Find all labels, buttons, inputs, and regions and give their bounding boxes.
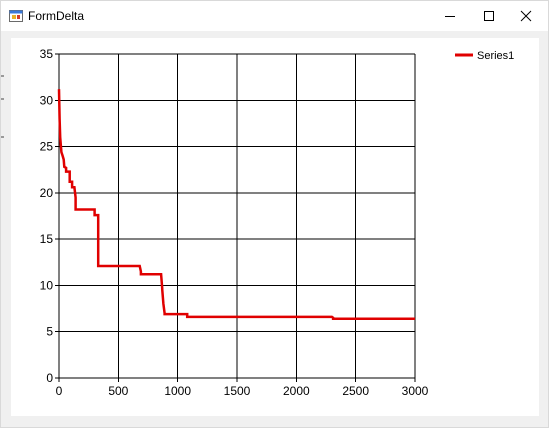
x-tick-label: 1500 (224, 384, 251, 398)
minimize-icon (445, 16, 455, 17)
background-window-edge (1, 61, 4, 161)
y-tick-label: 10 (40, 278, 54, 292)
y-tick-label: 0 (46, 371, 53, 385)
app-window: FormDelta 0 500 1000 1500 2000 2500 3000 0 5 10 15… (0, 0, 549, 428)
y-tick-label: 30 (40, 93, 54, 107)
y-tick-label: 35 (40, 47, 54, 61)
x-tick-label: 2500 (342, 384, 369, 398)
y-tick-label: 20 (40, 186, 54, 200)
winforms-app-icon (9, 10, 23, 22)
title-bar[interactable]: FormDelta (1, 1, 548, 31)
x-tick-label: 500 (108, 384, 128, 398)
window-title: FormDelta (28, 9, 85, 23)
x-tick-label: 1000 (164, 384, 191, 398)
close-button[interactable] (508, 1, 544, 31)
x-tick-label: 2000 (283, 384, 310, 398)
chart-control[interactable]: 0 500 1000 1500 2000 2500 3000 0 5 10 15 20 25 30 35 Se… (11, 38, 539, 416)
y-tick-label: 5 (46, 325, 53, 339)
y-tick-label: 25 (40, 140, 54, 154)
line-chart: 0 500 1000 1500 2000 2500 3000 0 5 10 15 20 25 30 35 Se… (40, 47, 515, 398)
maximize-button[interactable] (471, 1, 507, 31)
maximize-icon (484, 11, 494, 21)
y-tick-label: 15 (40, 232, 54, 246)
close-icon (520, 10, 532, 22)
minimize-button[interactable] (432, 1, 468, 31)
x-tick-label: 0 (56, 384, 63, 398)
legend-label: Series1 (477, 50, 514, 62)
x-tick-label: 3000 (402, 384, 429, 398)
